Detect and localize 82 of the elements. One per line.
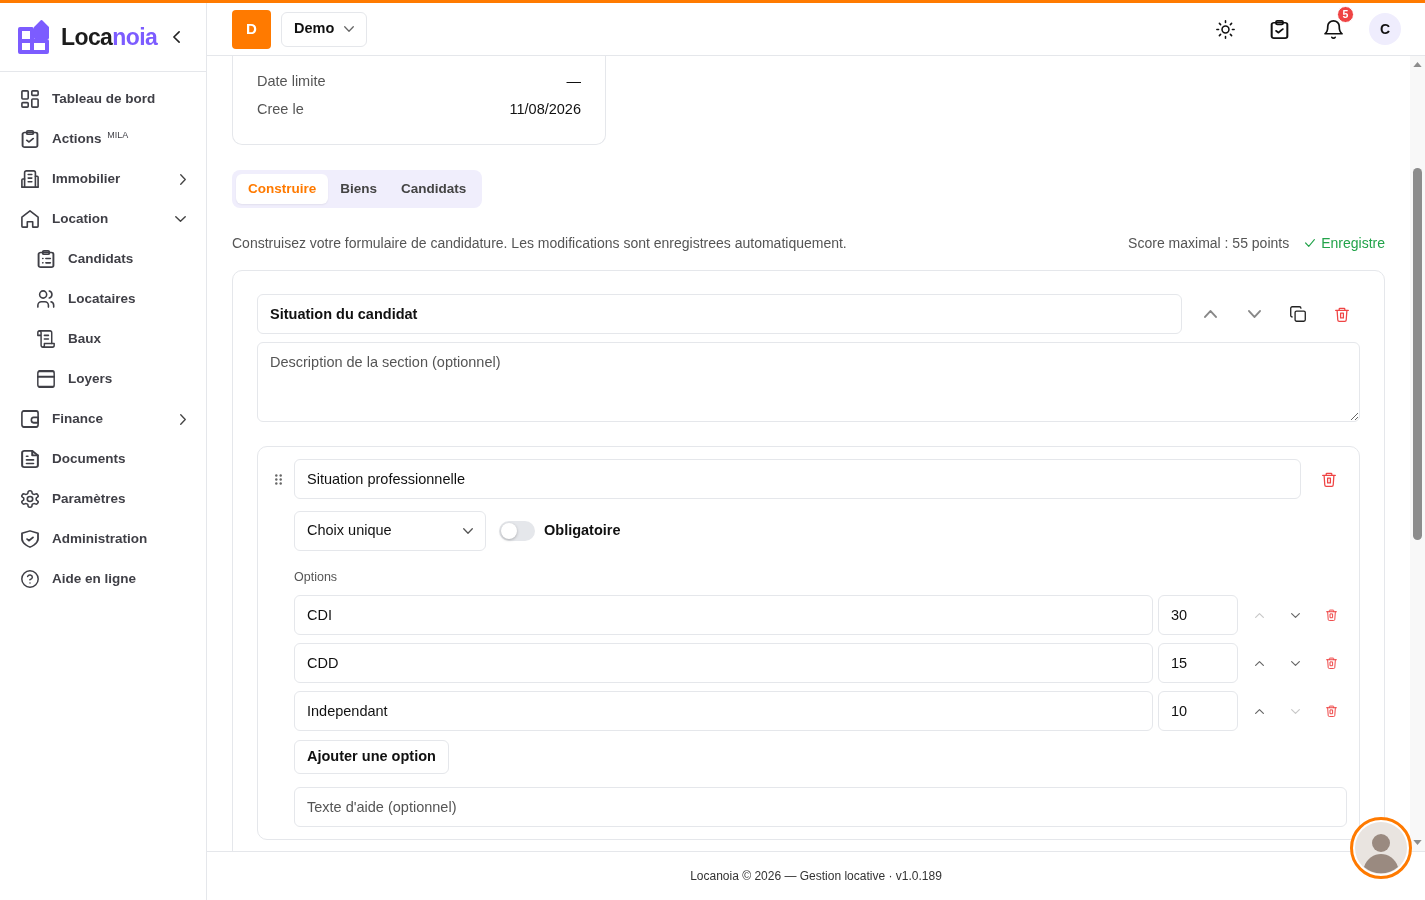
add-option-button[interactable]: Ajouter une option bbox=[294, 740, 449, 774]
chevron-down-icon[interactable] bbox=[175, 216, 186, 222]
sidebar-subitem[interactable]: Baux bbox=[0, 319, 206, 359]
assistant-avatar-icon[interactable] bbox=[1350, 817, 1412, 879]
trash-icon[interactable] bbox=[1325, 609, 1337, 621]
chevron-right-icon[interactable] bbox=[180, 173, 186, 185]
intro-text: Construisez votre formulaire de candidature. Les modifications sont enregistrees automatiquement. bbox=[232, 234, 847, 253]
scroll-up-icon[interactable] bbox=[1413, 62, 1422, 67]
sidebar-item[interactable]: Documents bbox=[0, 439, 206, 479]
scroll-down-icon[interactable] bbox=[1413, 840, 1422, 845]
option-score-input[interactable]: 30 bbox=[1158, 595, 1238, 635]
settings-icon bbox=[21, 490, 39, 508]
wallet-icon bbox=[21, 410, 39, 428]
sidebar-item[interactable]: Paramètres bbox=[0, 479, 206, 519]
options-label: Options bbox=[294, 569, 339, 585]
bell-icon[interactable] bbox=[1323, 19, 1343, 39]
workspace-select[interactable]: Demo bbox=[281, 11, 368, 47]
sidebar-subitem[interactable]: Loyers bbox=[0, 359, 206, 399]
help-icon bbox=[21, 570, 39, 588]
sidebar-item[interactable]: Location bbox=[0, 199, 206, 239]
question-type-select[interactable]: Choix unique bbox=[294, 511, 486, 551]
option-label-input[interactable]: Independant bbox=[294, 691, 1153, 731]
user-avatar[interactable]: C bbox=[1369, 13, 1401, 45]
chevron-down-icon bbox=[344, 26, 355, 32]
sidebar-subitem[interactable]: Locataires bbox=[0, 279, 206, 319]
chevron-up-icon[interactable] bbox=[1254, 660, 1264, 666]
trash-icon[interactable] bbox=[1335, 306, 1349, 322]
question-title-input[interactable]: Situation professionnelle bbox=[294, 459, 1301, 499]
info-value: — bbox=[566, 72, 581, 92]
dashboard-icon bbox=[21, 90, 39, 108]
scroll-icon bbox=[37, 330, 55, 348]
required-label: Obligatoire bbox=[544, 521, 621, 541]
section-title-input[interactable]: Situation du candidat bbox=[257, 294, 1182, 334]
tab[interactable]: Biens bbox=[328, 174, 390, 204]
sun-icon[interactable] bbox=[1215, 19, 1235, 39]
option-score-input[interactable]: 10 bbox=[1158, 691, 1238, 731]
chevron-down-icon bbox=[463, 528, 473, 534]
chevron-right-icon[interactable] bbox=[180, 413, 186, 425]
tab[interactable]: Candidats bbox=[389, 174, 479, 204]
chevron-down-icon[interactable] bbox=[1290, 660, 1300, 666]
option-label-input[interactable]: CDD bbox=[294, 643, 1153, 683]
chevron-up-icon[interactable] bbox=[1203, 310, 1217, 318]
check-icon bbox=[1305, 239, 1316, 247]
sidebar-item[interactable]: Finance bbox=[0, 399, 206, 439]
save-status: Enregistre bbox=[1321, 234, 1385, 253]
home-icon bbox=[21, 210, 39, 228]
info-label: Cree le bbox=[257, 100, 304, 120]
chevron-left-icon[interactable] bbox=[173, 31, 180, 43]
scrollbar-thumb[interactable] bbox=[1413, 168, 1422, 540]
sidebar-item[interactable]: Immobilier bbox=[0, 159, 206, 199]
clipboard-check-icon bbox=[21, 130, 39, 148]
logo-wordmark: Locanoia bbox=[61, 22, 158, 52]
clipboard-check-icon[interactable] bbox=[1269, 19, 1289, 39]
users-icon bbox=[37, 290, 55, 308]
option-score-input[interactable]: 15 bbox=[1158, 643, 1238, 683]
trash-icon[interactable] bbox=[1322, 471, 1336, 487]
clipboard-list-icon bbox=[37, 250, 55, 268]
credit-card-icon bbox=[37, 370, 55, 388]
chevron-up-icon[interactable] bbox=[1254, 708, 1264, 714]
document-icon bbox=[21, 450, 39, 468]
sidebar-item[interactable]: Aide en ligne bbox=[0, 559, 206, 599]
logo-icon bbox=[16, 19, 52, 55]
sidebar-item[interactable]: Administration bbox=[0, 519, 206, 559]
notification-count: 5 bbox=[1337, 6, 1354, 23]
sidebar-item[interactable]: Actions $^{MILA}$ bbox=[0, 119, 206, 159]
shield-check-icon bbox=[21, 530, 39, 548]
sidebar-item[interactable]: Tableau de bord bbox=[0, 79, 206, 119]
section-description-field[interactable]: Description de la section (optionnel) bbox=[257, 342, 1360, 422]
copy-icon[interactable] bbox=[1290, 306, 1306, 322]
required-toggle[interactable] bbox=[499, 521, 535, 541]
chevron-down-icon[interactable] bbox=[1290, 612, 1300, 618]
sidebar-subitem[interactable]: Candidats bbox=[0, 239, 206, 279]
option-label-input[interactable]: CDI bbox=[294, 595, 1153, 635]
building-icon bbox=[21, 170, 39, 188]
footer-text: Locanoia © 2026 — Gestion locative · v1.0.189 bbox=[690, 868, 942, 885]
info-value: 11/08/2026 bbox=[509, 100, 581, 120]
help-text-field[interactable]: Texte d'aide (optionnel) bbox=[294, 787, 1347, 827]
max-score-text: Score maximal : 55 points bbox=[1128, 234, 1290, 253]
info-label: Date limite bbox=[257, 72, 326, 92]
trash-icon[interactable] bbox=[1325, 657, 1337, 669]
trash-icon[interactable] bbox=[1325, 705, 1337, 717]
drag-handle-icon[interactable] bbox=[274, 473, 282, 485]
